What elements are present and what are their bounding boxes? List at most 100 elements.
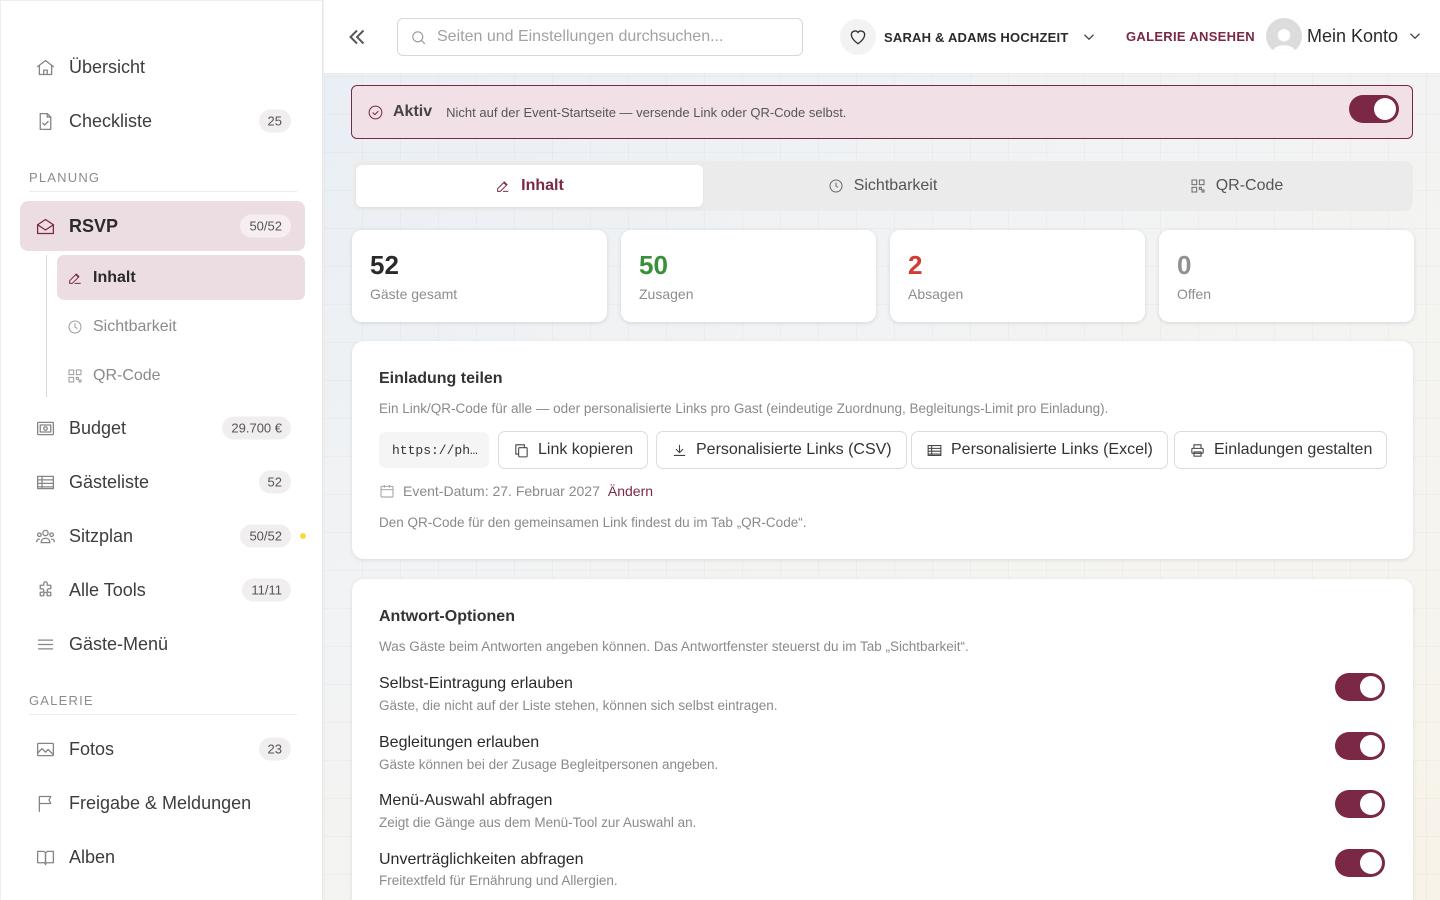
- self-registration-toggle[interactable]: [1335, 673, 1385, 701]
- section-title-planning: PLANUNG: [29, 170, 101, 185]
- tab-sichtbarkeit[interactable]: Sichtbarkeit: [709, 165, 1056, 207]
- sidebar-subitem-label: Inhalt: [93, 268, 136, 286]
- sidebar-item-label: RSVP: [69, 215, 119, 236]
- tab-qr-code[interactable]: QR-Code: [1063, 165, 1410, 207]
- account-menu[interactable]: Mein Konto: [1266, 18, 1424, 54]
- chevron-down-icon: [1068, 28, 1098, 46]
- sidebar-item-uebersicht[interactable]: Übersicht: [20, 42, 305, 92]
- section-divider: [29, 714, 297, 715]
- flag-icon: [34, 792, 56, 814]
- sidebar-item-label: Budget: [69, 417, 127, 438]
- guestlist-icon: [34, 471, 56, 493]
- view-gallery-link[interactable]: GALERIE ANSEHEN: [1126, 29, 1255, 44]
- stat-value: 52: [370, 250, 399, 280]
- tab-bar: Inhalt Sichtbarkeit QR-Code: [353, 161, 1413, 211]
- option-description: Zeigt die Gänge aus dem Menü-Tool zur Au…: [379, 815, 697, 830]
- tab-inhalt[interactable]: Inhalt: [356, 165, 703, 207]
- download-excel-button[interactable]: Personalisierte Links (Excel): [911, 431, 1168, 469]
- invite-url-field[interactable]: https://ph…: [379, 432, 489, 468]
- home-icon: [34, 56, 56, 78]
- sidebar-item-label: Fotos: [69, 738, 115, 759]
- event-date: Event-Datum: 27. Februar 2027: [403, 483, 600, 499]
- card-title: Einladung teilen: [379, 370, 503, 387]
- sidebar-subitem-inhalt[interactable]: Inhalt: [57, 255, 305, 300]
- search-input[interactable]: [437, 28, 777, 46]
- option-description: Gäste, die nicht auf der Liste stehen, k…: [379, 698, 778, 713]
- sidebar-item-alle-tools[interactable]: Alle Tools 11/11: [20, 565, 305, 615]
- download-csv-button[interactable]: Personalisierte Links (CSV): [656, 431, 907, 469]
- checklist-icon: [34, 110, 56, 132]
- sidebar-item-gaesteliste[interactable]: Gästeliste 52: [20, 457, 305, 507]
- count-badge: 50/52: [240, 214, 291, 238]
- tab-label: Sichtbarkeit: [853, 177, 938, 194]
- design-invitations-button[interactable]: Einladungen gestalten: [1174, 431, 1388, 469]
- account-label: Mein Konto: [1307, 25, 1399, 46]
- intolerances-toggle[interactable]: [1335, 849, 1385, 877]
- sidebar-item-label: Checkliste: [69, 110, 153, 131]
- menu-lines-icon: [34, 633, 56, 655]
- section-title-gallery: GALERIE: [29, 693, 94, 708]
- main-content: SARAH & ADAMS HOCHZEIT GALERIE ANSEHEN M…: [324, 0, 1440, 900]
- change-date-link[interactable]: Ändern: [608, 483, 653, 499]
- sidebar-subitem-sichtbarkeit[interactable]: Sichtbarkeit: [57, 304, 305, 349]
- stat-value: 2: [908, 250, 923, 280]
- chevron-down-icon: [1398, 27, 1424, 45]
- stat-card-declined: 2 Absagen: [890, 230, 1145, 322]
- image-icon: [34, 738, 56, 760]
- count-badge: 11/11: [242, 578, 291, 602]
- sidebar: Übersicht Checkliste 25 PLANUNG RSVP 50/…: [0, 0, 323, 900]
- qr-note: Den QR-Code für den gemeinsamen Link fin…: [379, 515, 807, 530]
- button-label: Personalisierte Links (CSV): [696, 441, 892, 458]
- submenu-line: [46, 255, 47, 397]
- count-badge: 23: [258, 737, 291, 761]
- event-selector[interactable]: SARAH & ADAMS HOCHZEIT: [840, 19, 1098, 55]
- top-bar: SARAH & ADAMS HOCHZEIT GALERIE ANSEHEN M…: [324, 0, 1440, 74]
- companions-toggle[interactable]: [1335, 732, 1385, 760]
- table-icon: [927, 444, 942, 456]
- card-title: Antwort-Optionen: [379, 608, 515, 625]
- sidebar-item-alben[interactable]: Alben: [20, 832, 305, 882]
- sidebar-item-freigabe[interactable]: Freigabe & Meldungen: [20, 778, 305, 828]
- collapse-sidebar-button[interactable]: [342, 22, 372, 52]
- option-title: Begleitungen erlauben: [379, 734, 540, 751]
- sidebar-item-gaeste-menue[interactable]: Gäste-Menü: [20, 619, 305, 669]
- status-message: Nicht auf der Event-Startseite — versend…: [446, 104, 847, 120]
- sidebar-item-budget[interactable]: Budget 29.700 €: [20, 403, 305, 453]
- option-description: Freitextfeld für Ernährung und Allergien…: [379, 873, 618, 888]
- tab-label: Inhalt: [521, 177, 564, 194]
- button-label: Einladungen gestalten: [1214, 441, 1373, 458]
- button-label: Link kopieren: [538, 441, 634, 458]
- avatar: [1266, 18, 1302, 54]
- sidebar-subitem-qr-code[interactable]: QR-Code: [57, 353, 305, 398]
- sidebar-item-label: Sitzplan: [69, 525, 134, 546]
- active-toggle[interactable]: [1349, 95, 1399, 123]
- sidebar-item-label: Gästeliste: [69, 471, 150, 492]
- option-title: Unverträglichkeiten abfragen: [379, 851, 584, 868]
- qr-icon: [1191, 179, 1205, 193]
- sidebar-item-checkliste[interactable]: Checkliste 25: [20, 96, 305, 146]
- button-label: Personalisierte Links (Excel): [951, 441, 1153, 458]
- event-name: SARAH & ADAMS HOCHZEIT: [884, 29, 1069, 45]
- sidebar-item-label: Gäste-Menü: [69, 633, 169, 654]
- amount-badge: 29.700 €: [222, 416, 291, 440]
- sidebar-item-fotos[interactable]: Fotos 23: [20, 724, 305, 774]
- tab-label: QR-Code: [1215, 177, 1284, 194]
- book-icon: [34, 846, 56, 868]
- budget-icon: [34, 417, 56, 439]
- stat-value: 0: [1177, 250, 1192, 280]
- count-badge: 50/52: [240, 524, 291, 548]
- menu-selection-toggle[interactable]: [1335, 790, 1385, 818]
- sidebar-item-rsvp[interactable]: RSVP 50/52: [20, 201, 305, 251]
- status-label: Aktiv: [393, 103, 433, 120]
- search-icon: [412, 30, 426, 44]
- stat-label: Zusagen: [639, 286, 694, 302]
- people-icon: [34, 525, 56, 547]
- sidebar-item-label: Alle Tools: [69, 579, 146, 600]
- count-badge: 25: [258, 109, 291, 133]
- count-badge: 52: [258, 470, 291, 494]
- stat-card-accepted: 50 Zusagen: [621, 230, 876, 322]
- sidebar-item-sitzplan[interactable]: Sitzplan 50/52: [20, 511, 306, 561]
- sidebar-subitem-label: QR-Code: [93, 366, 161, 384]
- stat-label: Absagen: [908, 286, 964, 302]
- copy-link-button[interactable]: Link kopieren: [498, 431, 649, 469]
